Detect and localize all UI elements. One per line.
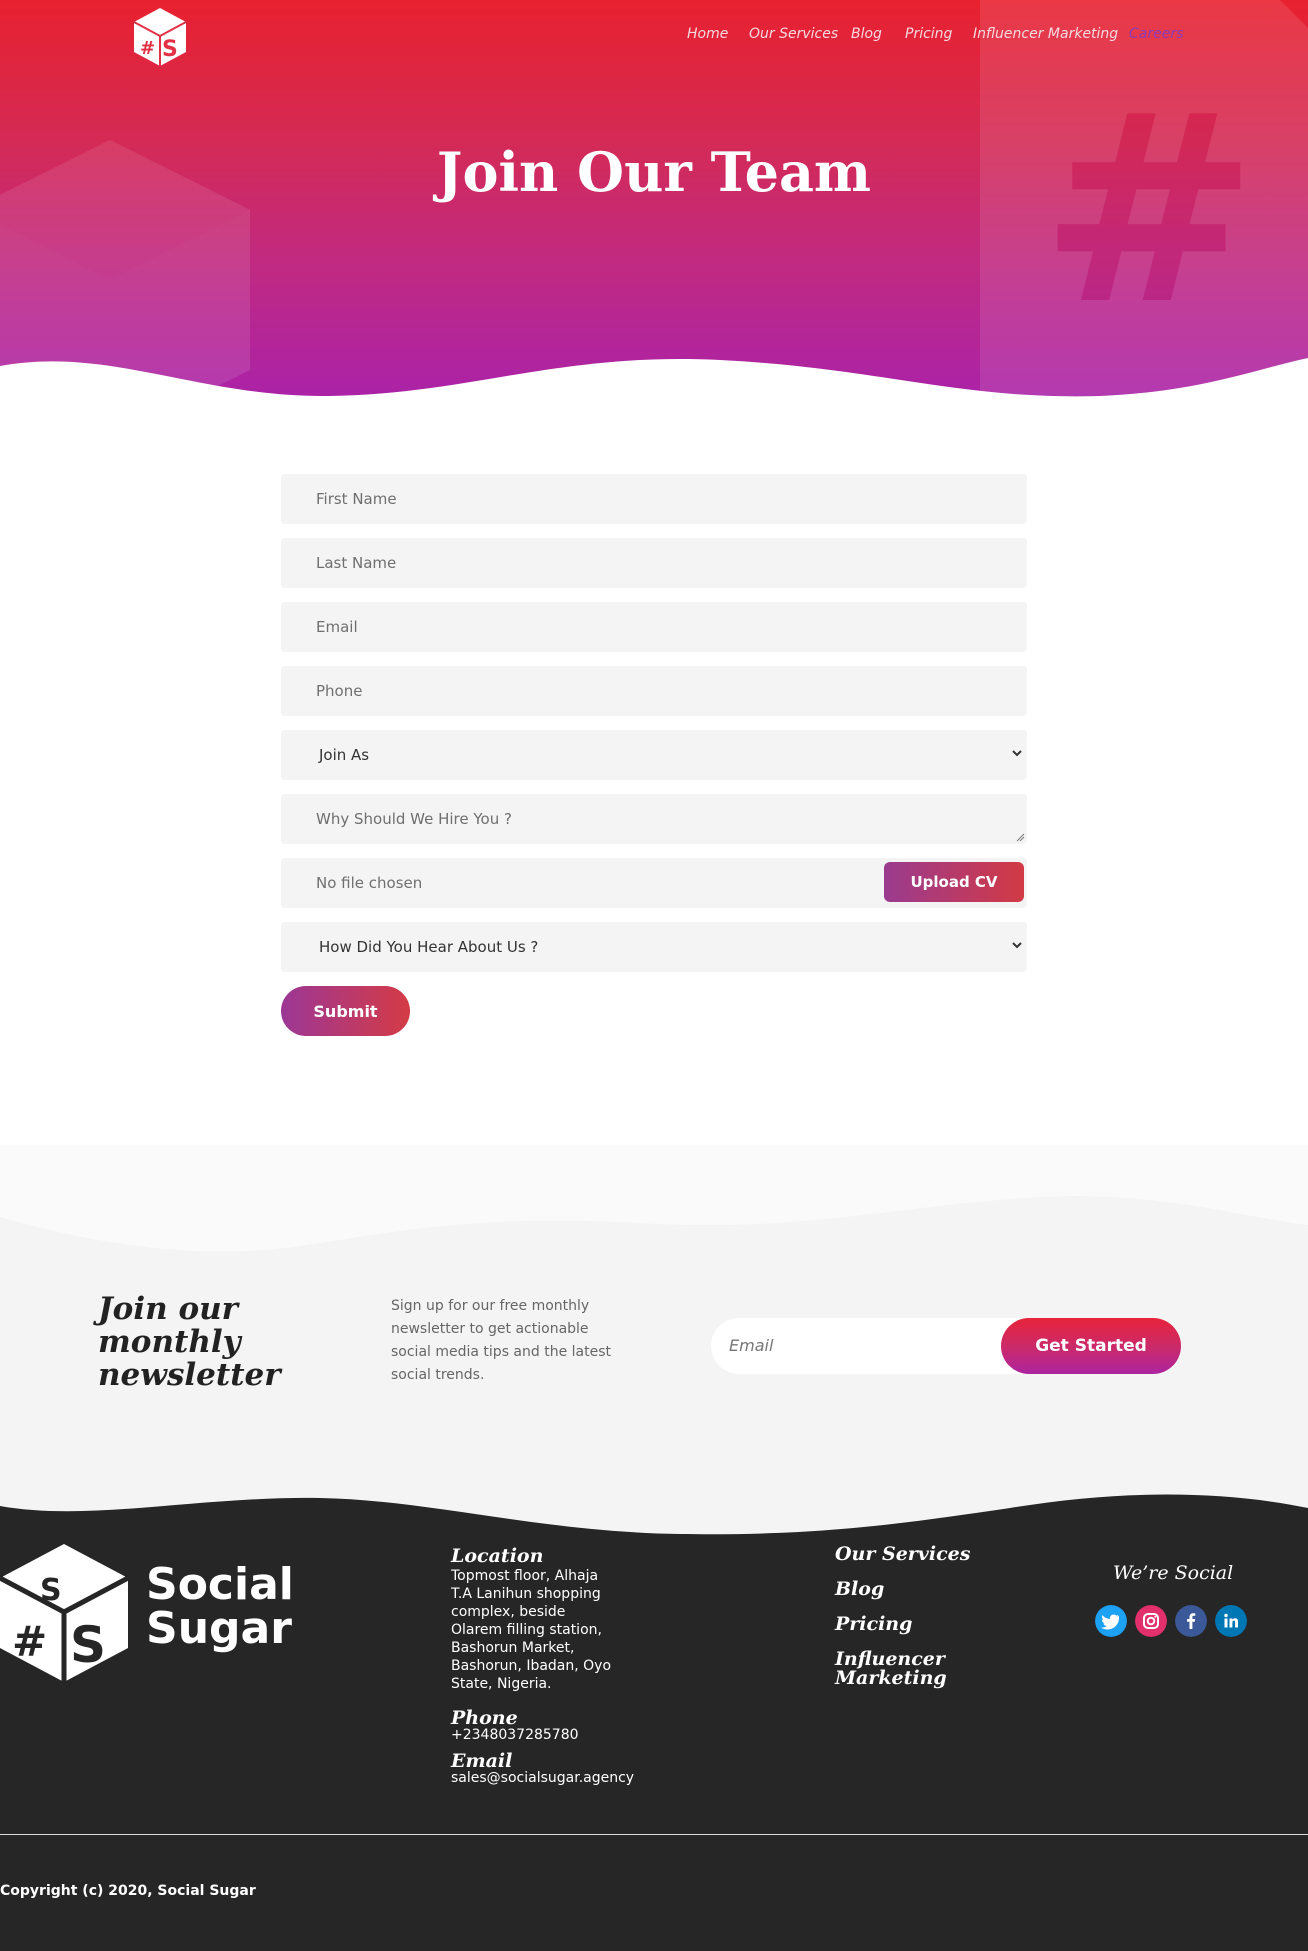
resize-handle-icon[interactable] — [1016, 833, 1025, 842]
newsletter-email-input[interactable]: Email Get Started — [711, 1318, 1181, 1374]
footer-link-our-services[interactable]: Our Services — [835, 1545, 970, 1564]
facebook-icon[interactable] — [1175, 1605, 1207, 1637]
get-started-button[interactable]: Get Started — [1001, 1318, 1181, 1374]
footer-logo-text-2: Sugar — [146, 1603, 292, 1654]
join-as-select[interactable]: Join As — [281, 730, 1027, 780]
page-title: Join Our Team — [436, 140, 872, 204]
social-heading: We’re Social — [1113, 1562, 1234, 1584]
copyright-text: Copyright (c) 2020, Social Sugar — [0, 1883, 256, 1899]
chevron-down-icon — [1012, 750, 1022, 757]
footer-logo-icon: # S S — [0, 1544, 130, 1682]
footer-divider — [0, 1834, 1308, 1835]
email-field[interactable]: Email — [281, 602, 1027, 652]
instagram-icon[interactable] — [1135, 1605, 1167, 1637]
newsletter-wave — [0, 1145, 1308, 1255]
newsletter-title: Join our monthly newsletter — [98, 1291, 281, 1393]
footer-email[interactable]: sales@socialsugar.agency — [451, 1769, 634, 1787]
address-line: Topmost floor, Alhaja — [451, 1568, 599, 1584]
cv-file-field: No file chosen Upload CV — [281, 858, 1027, 908]
location-address: Topmost floor, Alhaja T.A Lanihun shoppi… — [451, 1567, 611, 1693]
newsletter-email-placeholder: Email — [729, 1336, 774, 1355]
svg-text:S: S — [40, 1573, 62, 1608]
nav-our-services[interactable]: Our Services — [749, 26, 838, 42]
linkedin-icon[interactable] — [1215, 1605, 1247, 1637]
phone-placeholder: Phone — [316, 682, 363, 700]
address-line: T.A Lanihun shopping — [451, 1586, 601, 1602]
twitter-icon[interactable] — [1095, 1605, 1127, 1637]
chevron-down-icon — [1012, 942, 1022, 949]
file-status: No file chosen — [316, 874, 423, 892]
nav-careers[interactable]: Careers — [1129, 26, 1183, 42]
hear-about-value: How Did You Hear About Us ? — [319, 938, 539, 956]
footer-link-pricing[interactable]: Pricing — [835, 1615, 912, 1634]
nav-influencer-marketing[interactable]: Influencer Marketing — [973, 26, 1118, 42]
footer-link-line: Marketing — [835, 1667, 947, 1689]
address-line: State, Nigeria. — [451, 1676, 552, 1692]
upload-cv-button[interactable]: Upload CV — [884, 862, 1024, 902]
svg-text:#: # — [12, 1617, 47, 1666]
phone-number[interactable]: +2348037285780 — [451, 1726, 579, 1744]
last-name-placeholder: Last Name — [316, 554, 397, 572]
last-name-field[interactable]: Last Name — [281, 538, 1027, 588]
svg-text:#: # — [1040, 60, 1258, 362]
email-placeholder: Email — [316, 618, 358, 636]
footer-link-influencer-marketing[interactable]: Influencer Marketing — [835, 1650, 947, 1688]
phone-field[interactable]: Phone — [281, 666, 1027, 716]
address-line: Bashorun, Ibadan, Oyo — [451, 1658, 612, 1674]
why-hire-placeholder: Why Should We Hire You ? — [316, 810, 512, 828]
first-name-placeholder: First Name — [316, 490, 397, 508]
hero-wave — [0, 358, 1308, 400]
location-heading: Location — [451, 1545, 544, 1567]
join-as-value: Join As — [319, 746, 370, 764]
submit-button[interactable]: Submit — [281, 986, 410, 1036]
footer: # S S Social Sugar Location Topmost floo… — [0, 1490, 1308, 1951]
address-line: Bashorun Market, — [451, 1640, 575, 1656]
footer-link-blog[interactable]: Blog — [835, 1580, 884, 1599]
hear-about-select[interactable]: How Did You Hear About Us ? — [281, 922, 1027, 972]
footer-logo-text-1: Social — [146, 1559, 294, 1610]
footer-logo[interactable]: # S S Social Sugar — [0, 1544, 300, 1684]
newsletter-text: Sign up for our free monthly newsletter … — [391, 1298, 612, 1383]
nav-pricing[interactable]: Pricing — [905, 26, 952, 42]
main-nav: Home Our Services Blog Pricing Influence… — [0, 26, 1308, 50]
why-hire-textarea[interactable]: Why Should We Hire You ? — [281, 794, 1027, 844]
footer-wave — [0, 1490, 1308, 1535]
address-line: complex, beside — [451, 1604, 566, 1620]
first-name-field[interactable]: First Name — [281, 474, 1027, 524]
newsletter-section: Join our monthly newsletter Sign up for … — [0, 1145, 1308, 1545]
nav-blog[interactable]: Blog — [851, 26, 882, 42]
nav-home[interactable]: Home — [687, 26, 728, 42]
hero-section: # # S Home Our Services Blog Pricing Inf… — [0, 0, 1308, 400]
svg-text:S: S — [70, 1616, 106, 1674]
address-line: Olarem filling station, — [451, 1622, 602, 1638]
